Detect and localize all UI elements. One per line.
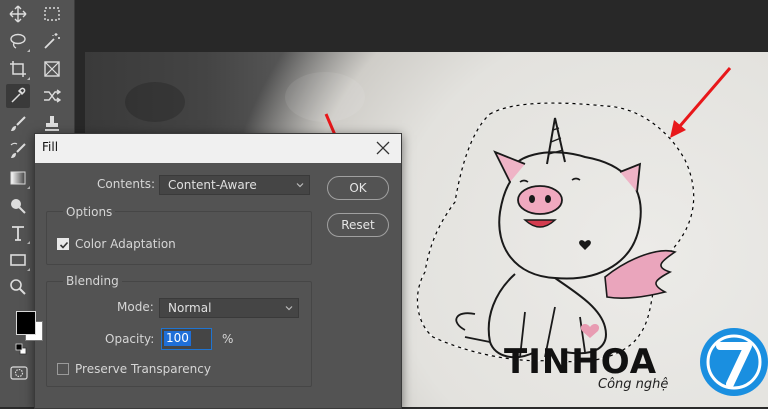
fill-dialog: Fill Contents: Content-Aware Options Col… bbox=[34, 133, 402, 409]
dialog-titlebar[interactable]: Fill bbox=[35, 134, 401, 163]
close-icon[interactable] bbox=[375, 140, 391, 156]
opacity-value: 100 bbox=[164, 331, 191, 346]
selection-marquee bbox=[416, 102, 695, 363]
annotation-arrow-selection bbox=[670, 67, 732, 138]
opacity-unit: % bbox=[222, 332, 234, 346]
zoom-icon bbox=[10, 279, 26, 295]
preserve-transparency-label: Preserve Transparency bbox=[75, 362, 211, 376]
mode-value: Normal bbox=[168, 301, 212, 315]
rectangle-icon bbox=[10, 254, 26, 266]
clone-stamp-icon bbox=[45, 116, 59, 131]
eyedropper-tool[interactable] bbox=[6, 84, 30, 108]
lasso-tool[interactable] bbox=[6, 29, 30, 53]
type-tool[interactable] bbox=[6, 221, 30, 245]
mode-label: Mode: bbox=[117, 300, 154, 314]
opacity-label: Opacity: bbox=[105, 332, 155, 346]
checkmark-icon bbox=[59, 241, 69, 249]
tinhoa-logo-icon bbox=[700, 328, 768, 396]
mode-dropdown[interactable]: Normal bbox=[159, 298, 299, 318]
move-icon bbox=[9, 5, 27, 23]
brush-tool[interactable] bbox=[6, 112, 30, 136]
frame-icon bbox=[44, 61, 60, 77]
contents-label: Contents: bbox=[97, 177, 156, 191]
color-adaptation-checkbox[interactable] bbox=[57, 238, 69, 250]
ok-button[interactable]: OK bbox=[327, 176, 389, 200]
gradient-icon bbox=[10, 171, 26, 185]
foreground-color-swatch[interactable] bbox=[16, 311, 36, 335]
lasso-icon bbox=[10, 33, 26, 49]
content-aware-move-icon bbox=[44, 89, 61, 103]
watermark-brand: TINHOA bbox=[504, 342, 658, 382]
rectangle-tool[interactable] bbox=[6, 248, 30, 272]
dialog-title: Fill bbox=[42, 140, 59, 154]
quick-mask-icon[interactable] bbox=[10, 366, 28, 380]
history-brush-tool[interactable] bbox=[6, 139, 30, 163]
marquee-icon bbox=[44, 7, 60, 21]
contents-dropdown[interactable]: Content-Aware bbox=[159, 175, 310, 195]
eyedropper-icon bbox=[11, 87, 26, 103]
default-colors-icon[interactable] bbox=[15, 343, 27, 355]
brush-icon bbox=[11, 116, 26, 131]
type-icon bbox=[12, 226, 24, 241]
options-title: Options bbox=[63, 205, 116, 219]
gradient-tool[interactable] bbox=[6, 166, 30, 190]
move-tool[interactable] bbox=[6, 2, 30, 26]
dodge-tool[interactable] bbox=[6, 194, 30, 218]
crop-icon bbox=[10, 61, 26, 77]
contents-value: Content-Aware bbox=[168, 178, 257, 192]
chevron-down-icon bbox=[285, 306, 293, 311]
crop-tool[interactable] bbox=[6, 57, 30, 81]
marquee-tool[interactable] bbox=[40, 2, 64, 26]
history-brush-icon bbox=[10, 142, 26, 158]
dodge-icon bbox=[11, 199, 26, 214]
preserve-transparency-checkbox[interactable] bbox=[57, 363, 69, 375]
reset-button[interactable]: Reset bbox=[327, 213, 389, 237]
opacity-input[interactable]: 100 bbox=[161, 328, 212, 350]
magic-wand-icon bbox=[44, 33, 60, 49]
blending-title: Blending bbox=[63, 274, 122, 288]
watermark-tagline: Công nghệ bbox=[598, 377, 669, 392]
zoom-tool[interactable] bbox=[6, 275, 30, 299]
chevron-down-icon bbox=[296, 183, 304, 188]
frame-tool[interactable] bbox=[40, 57, 64, 81]
content-aware-move-tool[interactable] bbox=[40, 84, 64, 108]
magic-wand-tool[interactable] bbox=[40, 29, 64, 53]
color-adaptation-label: Color Adaptation bbox=[75, 237, 176, 251]
